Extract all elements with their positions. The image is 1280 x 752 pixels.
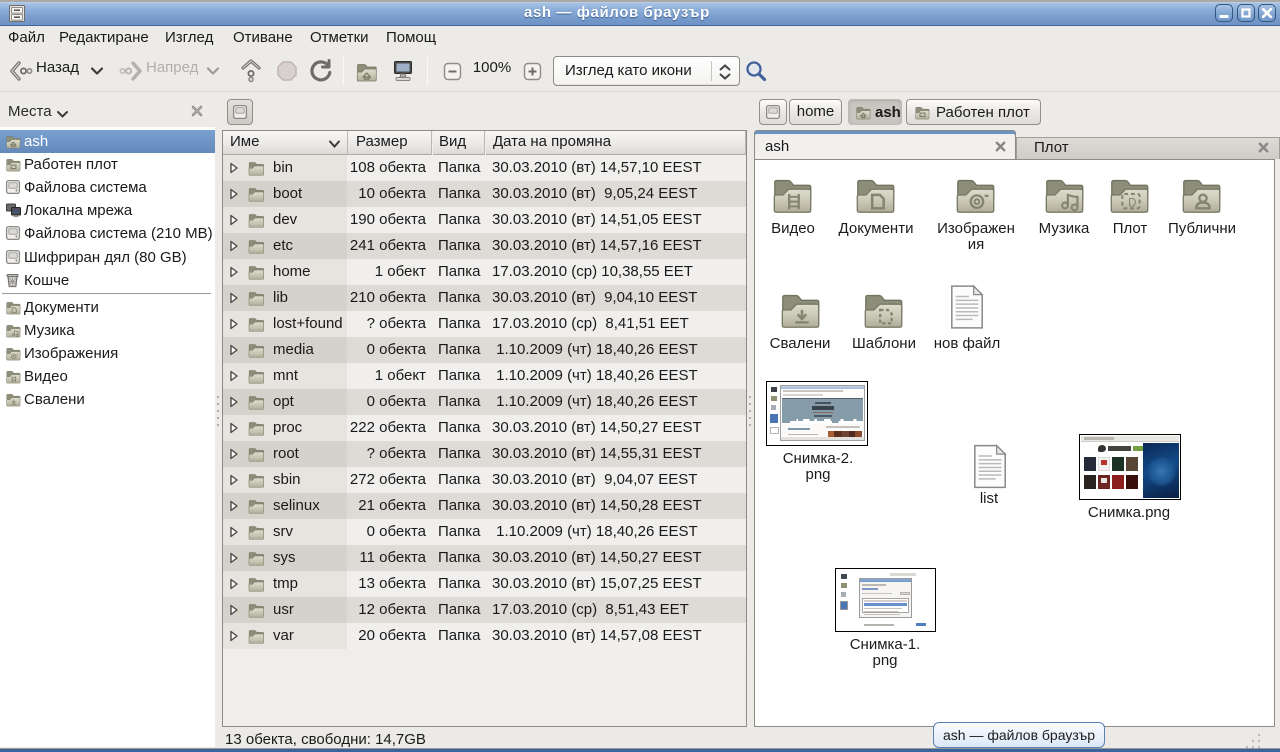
svg-text:D: D (1128, 197, 1136, 209)
